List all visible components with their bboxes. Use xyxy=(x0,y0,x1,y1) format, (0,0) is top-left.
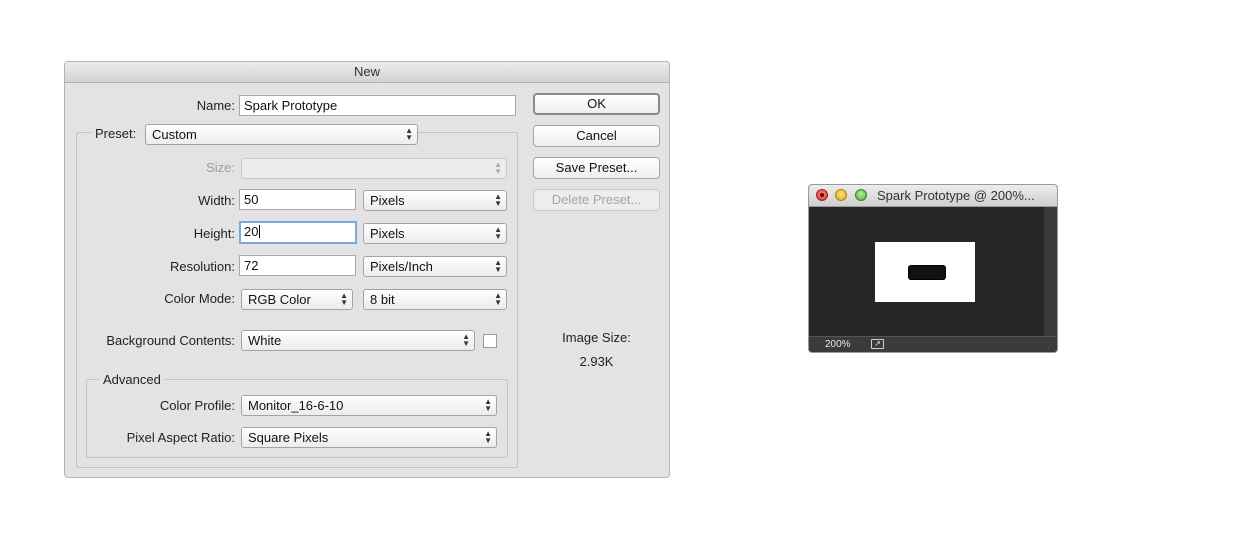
name-input[interactable]: Spark Prototype xyxy=(239,95,516,116)
updown-arrows-icon: ▲ ▼ xyxy=(494,192,502,208)
delete-preset-button: Delete Preset... xyxy=(533,189,660,211)
height-unit-select[interactable]: Pixels ▲ ▼ xyxy=(363,223,507,244)
updown-arrows-icon: ▲ ▼ xyxy=(494,225,502,241)
resolution-input[interactable]: 72 xyxy=(239,255,356,276)
ok-button[interactable]: OK xyxy=(533,93,660,115)
bit-depth-value: 8 bit xyxy=(370,292,395,307)
advanced-label: Advanced xyxy=(99,370,165,390)
text-caret xyxy=(259,225,261,238)
updown-arrows-icon: ▲ ▼ xyxy=(494,160,502,176)
resolution-unit-select[interactable]: Pixels/Inch ▲ ▼ xyxy=(363,256,507,277)
color-profile-select[interactable]: Monitor_16-6-10 ▲ ▼ xyxy=(241,395,497,416)
document-window: Spark Prototype @ 200%... 200% ↗ ⋰ xyxy=(808,184,1058,353)
dialog-title: New xyxy=(65,62,669,83)
name-label: Name: xyxy=(196,98,235,113)
updown-arrows-icon: ▲ ▼ xyxy=(484,397,492,413)
vertical-scrollbar[interactable] xyxy=(1044,207,1057,338)
resolution-unit-value: Pixels/Inch xyxy=(370,259,433,274)
resize-grip-icon[interactable]: ⋰ xyxy=(1047,342,1055,350)
width-label: Width: xyxy=(198,193,235,208)
height-unit-value: Pixels xyxy=(370,226,405,241)
width-input[interactable]: 50 xyxy=(239,189,356,210)
background-color-swatch[interactable] xyxy=(483,334,497,348)
image-size-label: Image Size: xyxy=(562,330,631,345)
preset-value: Custom xyxy=(152,127,197,142)
pixel-aspect-ratio-label: Pixel Aspect Ratio: xyxy=(126,430,235,445)
bit-depth-select[interactable]: 8 bit ▲ ▼ xyxy=(363,289,507,310)
preset-select[interactable]: Custom ▲ ▼ xyxy=(145,124,418,145)
close-button-icon[interactable] xyxy=(816,189,828,201)
minimize-button-icon[interactable] xyxy=(835,189,847,201)
background-contents-select[interactable]: White ▲ ▼ xyxy=(241,330,475,351)
save-preset-button[interactable]: Save Preset... xyxy=(533,157,660,179)
background-contents-value: White xyxy=(248,333,282,348)
height-label: Height: xyxy=(193,226,235,241)
width-unit-select[interactable]: Pixels ▲ ▼ xyxy=(363,190,507,211)
color-mode-label: Color Mode: xyxy=(164,291,235,306)
document-titlebar[interactable]: Spark Prototype @ 200%... xyxy=(809,185,1057,207)
cancel-button[interactable]: Cancel xyxy=(533,125,660,147)
updown-arrows-icon: ▲ ▼ xyxy=(484,429,492,445)
updown-arrows-icon: ▲ ▼ xyxy=(494,291,502,307)
pixel-aspect-ratio-value: Square Pixels xyxy=(248,430,329,445)
document-image xyxy=(875,242,975,302)
document-canvas[interactable] xyxy=(809,207,1045,338)
status-bar: 200% ↗ ⋰ xyxy=(809,336,1057,352)
height-value: 20 xyxy=(244,224,259,239)
height-input[interactable]: 20 xyxy=(239,221,357,244)
updown-arrows-icon: ▲ ▼ xyxy=(494,258,502,274)
image-size-value: 2.93K xyxy=(579,354,614,369)
resolution-label: Resolution: xyxy=(169,259,235,274)
color-profile-label: Color Profile: xyxy=(159,398,235,413)
zoom-level[interactable]: 200% xyxy=(825,338,851,351)
new-document-dialog: New Name: Spark Prototype Preset: Custom… xyxy=(64,61,670,478)
size-label: Size: xyxy=(206,160,235,175)
color-mode-select[interactable]: RGB Color ▲ ▼ xyxy=(241,289,353,310)
color-profile-value: Monitor_16-6-10 xyxy=(248,398,344,413)
width-unit-value: Pixels xyxy=(370,193,405,208)
updown-arrows-icon: ▲ ▼ xyxy=(340,291,348,307)
export-icon[interactable]: ↗ xyxy=(871,339,884,349)
pixel-aspect-ratio-select[interactable]: Square Pixels ▲ ▼ xyxy=(241,427,497,448)
updown-arrows-icon: ▲ ▼ xyxy=(462,332,470,348)
size-select: ▲ ▼ xyxy=(241,158,507,179)
updown-arrows-icon: ▲ ▼ xyxy=(405,126,413,142)
zoom-button-icon[interactable] xyxy=(855,189,867,201)
document-title: Spark Prototype @ 200%... xyxy=(877,188,1035,203)
preset-label: Preset: xyxy=(91,124,143,144)
background-contents-label: Background Contents: xyxy=(106,333,235,348)
image-content-shape xyxy=(909,266,945,279)
color-mode-value: RGB Color xyxy=(248,292,311,307)
